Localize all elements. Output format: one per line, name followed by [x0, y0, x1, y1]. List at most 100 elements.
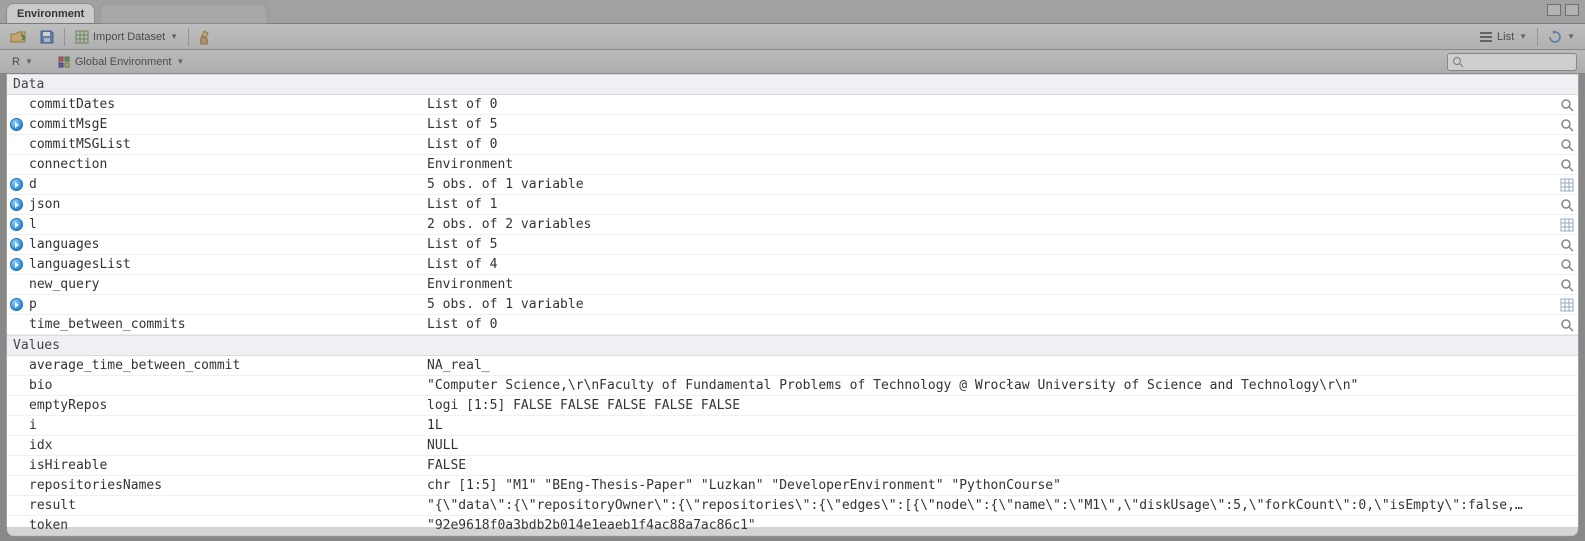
data-row[interactable]: jsonList of 1 — [7, 195, 1578, 215]
variable-name: token — [25, 517, 423, 534]
inspect-button[interactable] — [1556, 318, 1578, 332]
save-button[interactable] — [36, 29, 58, 45]
inspect-button[interactable] — [1556, 258, 1578, 272]
grid-icon[interactable] — [1560, 218, 1574, 232]
variable-value: 5 obs. of 1 variable — [423, 296, 1556, 313]
expand-toggle — [7, 416, 25, 435]
variable-value: NULL — [423, 437, 1556, 454]
expand-toggle[interactable] — [7, 115, 25, 134]
tab-other[interactable] — [99, 3, 268, 23]
inspect-button[interactable] — [1556, 98, 1578, 112]
expand-toggle[interactable] — [7, 255, 25, 274]
inspect-button[interactable] — [1556, 198, 1578, 212]
expand-toggle[interactable] — [7, 295, 25, 314]
section-data: Data — [7, 74, 1578, 95]
expand-toggle — [7, 155, 25, 174]
magnify-icon[interactable] — [1560, 158, 1574, 172]
value-row[interactable]: result"{\"data\":{\"repositoryOwner\":{\… — [7, 496, 1578, 516]
inspect-button[interactable] — [1556, 238, 1578, 252]
expand-toggle — [7, 315, 25, 334]
import-dataset-button[interactable]: Import Dataset ▼ — [71, 29, 182, 45]
minimize-icon[interactable] — [1547, 4, 1561, 16]
magnify-icon[interactable] — [1560, 238, 1574, 252]
variable-value: logi [1:5] FALSE FALSE FALSE FALSE FALSE — [423, 397, 1556, 414]
environment-selector[interactable]: Global Environment ▼ — [53, 54, 189, 70]
value-row[interactable]: isHireableFALSE — [7, 456, 1578, 476]
magnify-icon[interactable] — [1560, 258, 1574, 272]
inspect-button[interactable] — [1556, 218, 1578, 232]
view-mode-label: List — [1497, 31, 1514, 43]
inspect-button[interactable] — [1556, 118, 1578, 132]
data-row[interactable]: commitDatesList of 0 — [7, 95, 1578, 115]
variable-name: idx — [25, 437, 423, 454]
inspect-button[interactable] — [1556, 278, 1578, 292]
value-row[interactable]: idxNULL — [7, 436, 1578, 456]
variable-value: "Computer Science,\r\nFaculty of Fundame… — [423, 377, 1556, 394]
view-menu-button[interactable]: List ▼ — [1475, 30, 1531, 44]
expand-toggle[interactable] — [7, 195, 25, 214]
variable-value: chr [1:5] "M1" "BEng-Thesis-Paper" "Luzk… — [423, 477, 1556, 494]
grid-icon[interactable] — [1560, 178, 1574, 192]
expand-toggle — [7, 476, 25, 495]
value-row[interactable]: repositoriesNameschr [1:5] "M1" "BEng-Th… — [7, 476, 1578, 496]
data-row[interactable]: connectionEnvironment — [7, 155, 1578, 175]
value-row[interactable]: token"92e9618f0a3bdb2b014e1eaeb1f4ac88a7… — [7, 516, 1578, 536]
inspect-button[interactable] — [1556, 178, 1578, 192]
section-values: Values — [7, 335, 1578, 356]
data-row[interactable]: languagesList of 5 — [7, 235, 1578, 255]
inspect-button[interactable] — [1556, 138, 1578, 152]
refresh-button[interactable]: ▼ — [1544, 29, 1579, 45]
variable-name: d — [25, 176, 423, 193]
magnify-icon[interactable] — [1560, 118, 1574, 132]
variable-value: NA_real_ — [423, 357, 1556, 374]
expand-toggle[interactable] — [7, 175, 25, 194]
import-dataset-label: Import Dataset — [93, 31, 165, 43]
inspect-button[interactable] — [1556, 158, 1578, 172]
grid-icon[interactable] — [1560, 298, 1574, 312]
expand-toggle[interactable] — [7, 215, 25, 234]
language-selector[interactable]: R ▼ — [8, 55, 37, 69]
variable-value: List of 1 — [423, 196, 1556, 213]
variable-name: commitMSGList — [25, 136, 423, 153]
variable-value: List of 0 — [423, 96, 1556, 113]
clear-workspace-button[interactable] — [195, 28, 217, 46]
variable-value: List of 4 — [423, 256, 1556, 273]
chevron-down-icon: ▼ — [1567, 32, 1575, 41]
expand-toggle[interactable] — [7, 235, 25, 254]
tab-environment[interactable]: Environment — [6, 3, 95, 23]
magnify-icon[interactable] — [1560, 198, 1574, 212]
value-row[interactable]: average_time_between_commitNA_real_ — [7, 356, 1578, 376]
variable-value: Environment — [423, 276, 1556, 293]
magnify-icon[interactable] — [1560, 318, 1574, 332]
data-row[interactable]: languagesListList of 4 — [7, 255, 1578, 275]
value-row[interactable]: bio"Computer Science,\r\nFaculty of Fund… — [7, 376, 1578, 396]
data-row[interactable]: time_between_commitsList of 0 — [7, 315, 1578, 335]
search-input[interactable] — [1447, 53, 1577, 71]
expand-toggle — [7, 436, 25, 455]
value-row[interactable]: i1L — [7, 416, 1578, 436]
data-row[interactable]: new_queryEnvironment — [7, 275, 1578, 295]
language-label: R — [12, 56, 20, 68]
magnify-icon[interactable] — [1560, 278, 1574, 292]
inspect-button[interactable] — [1556, 298, 1578, 312]
data-row[interactable]: d5 obs. of 1 variable — [7, 175, 1578, 195]
variable-value: "{\"data\":{\"repositoryOwner\":{\"repos… — [423, 497, 1556, 514]
magnify-icon[interactable] — [1560, 98, 1574, 112]
data-row[interactable]: p5 obs. of 1 variable — [7, 295, 1578, 315]
maximize-icon[interactable] — [1565, 4, 1579, 16]
data-row[interactable]: l2 obs. of 2 variables — [7, 215, 1578, 235]
variable-name: isHireable — [25, 457, 423, 474]
expand-toggle — [7, 516, 25, 535]
variable-name: json — [25, 196, 423, 213]
load-workspace-button[interactable] — [6, 29, 30, 45]
expand-toggle — [7, 496, 25, 515]
variable-value: List of 0 — [423, 316, 1556, 333]
variable-name: languages — [25, 236, 423, 253]
data-row[interactable]: commitMSGListList of 0 — [7, 135, 1578, 155]
environment-label: Global Environment — [75, 56, 172, 68]
expand-toggle — [7, 396, 25, 415]
magnify-icon[interactable] — [1560, 138, 1574, 152]
tabbar: Environment — [0, 0, 1585, 24]
data-row[interactable]: commitMsgEList of 5 — [7, 115, 1578, 135]
value-row[interactable]: emptyReposlogi [1:5] FALSE FALSE FALSE F… — [7, 396, 1578, 416]
